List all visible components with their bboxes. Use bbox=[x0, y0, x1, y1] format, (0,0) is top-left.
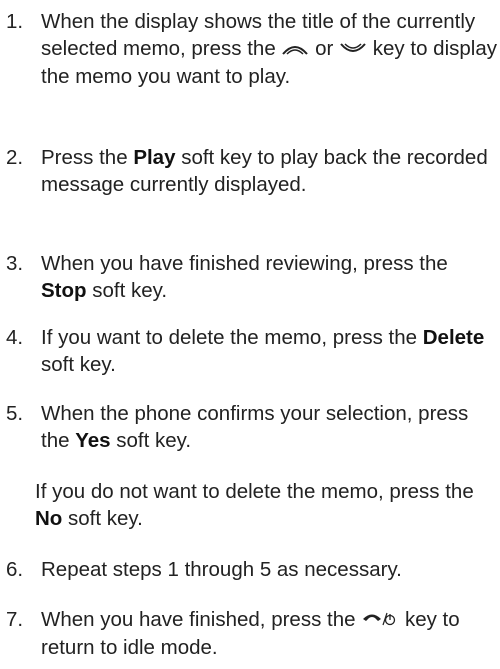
step-7: 7. When you have finished, press the key… bbox=[6, 606, 498, 661]
step-text: When the display shows the title of the … bbox=[41, 10, 497, 89]
step-text: When you have finished, press the key to… bbox=[41, 607, 460, 660]
step-text: Press the Play soft key to play back the… bbox=[41, 146, 488, 196]
step-2: 2. Press the Play soft key to play back … bbox=[6, 144, 498, 198]
step-6: 6. Repeat steps 1 through 5 as necessary… bbox=[6, 556, 498, 583]
stop-soft-key-label: Stop bbox=[41, 279, 87, 302]
note-paragraph: If you do not want to delete the memo, p… bbox=[35, 480, 474, 530]
step-number: 1. bbox=[6, 10, 24, 33]
step-number: 6. bbox=[6, 558, 24, 581]
end-power-key-icon bbox=[361, 607, 399, 634]
yes-soft-key-label: Yes bbox=[75, 429, 111, 452]
step-text: When the phone confirms your selection, … bbox=[41, 402, 469, 452]
step-4: 4. If you want to delete the memo, press… bbox=[6, 324, 498, 378]
step-number: 3. bbox=[6, 252, 24, 275]
step-number: 7. bbox=[6, 608, 24, 631]
play-soft-key-label: Play bbox=[133, 146, 176, 169]
delete-soft-key-label: Delete bbox=[422, 326, 485, 349]
step-number: 2. bbox=[6, 146, 24, 169]
up-arrow-key-icon bbox=[281, 36, 309, 63]
step-3: 3. When you have finished reviewing, pre… bbox=[6, 250, 498, 304]
step-number: 5. bbox=[6, 402, 24, 425]
no-soft-key-label: No bbox=[35, 507, 63, 530]
step-text: Repeat steps 1 through 5 as necessary. bbox=[41, 558, 402, 581]
step-1: 1. When the display shows the title of t… bbox=[6, 8, 498, 90]
down-arrow-key-icon bbox=[339, 36, 367, 63]
step-text: When you have finished reviewing, press … bbox=[41, 252, 448, 302]
step-5: 5. When the phone confirms your selectio… bbox=[6, 400, 498, 454]
step-number: 4. bbox=[6, 326, 24, 349]
step-text: If you want to delete the memo, press th… bbox=[41, 326, 485, 376]
